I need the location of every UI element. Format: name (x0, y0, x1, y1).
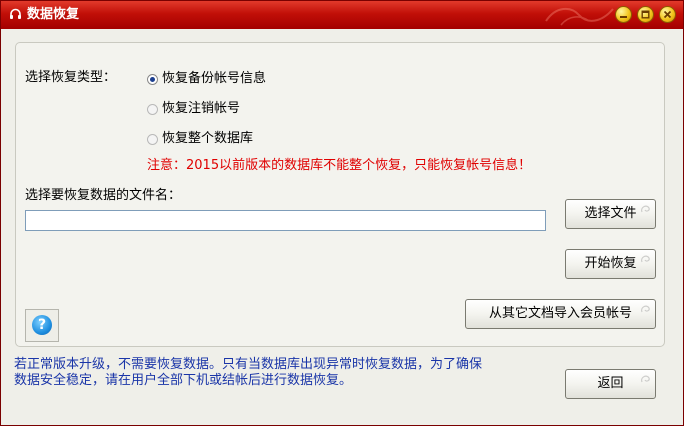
window-title: 数据恢复 (27, 7, 80, 22)
file-path-input[interactable] (25, 210, 546, 231)
swirl-ornament-icon (641, 255, 650, 263)
radio-restore-full-database[interactable] (147, 134, 158, 145)
swirl-ornament-icon (641, 375, 650, 383)
radio-label-restore-backup-accounts[interactable]: 恢复备份帐号信息 (162, 70, 266, 88)
close-icon (663, 10, 672, 19)
info-line-2: 数据安全稳定，请在用户全部下机或结帐后进行数据恢复。 (14, 373, 353, 388)
file-name-label: 选择要恢复数据的文件名： (25, 188, 182, 203)
data-recovery-window: 数据恢复 选择恢复类型： 恢复备份帐号信息 恢复注销帐号 恢复整个数据库 注意：… (0, 0, 684, 426)
close-button[interactable] (659, 6, 676, 23)
swirl-ornament-icon (641, 205, 650, 213)
back-button[interactable]: 返回 (565, 369, 656, 399)
recovery-type-label: 选择恢复类型： (25, 70, 117, 85)
minimize-button[interactable] (615, 6, 632, 23)
import-member-accounts-button-label: 从其它文档导入会员帐号 (488, 306, 632, 321)
app-headset-icon (10, 8, 21, 19)
maximize-icon (641, 10, 650, 19)
help-button[interactable]: ? (25, 309, 59, 342)
version-warning: 注意：2015以前版本的数据库不能整个恢复，只能恢复帐号信息！ (147, 158, 532, 173)
select-file-button-label: 选择文件 (584, 206, 637, 221)
minimize-icon (620, 16, 627, 18)
radio-label-restore-cancelled-accounts[interactable]: 恢复注销帐号 (162, 100, 240, 118)
start-recovery-button-label: 开始恢复 (584, 256, 637, 271)
radio-label-restore-full-database[interactable]: 恢复整个数据库 (162, 130, 253, 148)
help-icon: ? (32, 315, 52, 335)
recovery-info-text: 若正常版本升级，不需要恢复数据。只有当数据库出现异常时恢复数据，为了确保 数据安… (14, 357, 562, 389)
swirl-ornament-icon (641, 305, 650, 313)
radio-restore-cancelled-accounts[interactable] (147, 104, 158, 115)
maximize-button[interactable] (637, 6, 654, 23)
back-button-label: 返回 (597, 376, 624, 391)
import-member-accounts-button[interactable]: 从其它文档导入会员帐号 (465, 299, 656, 329)
start-recovery-button[interactable]: 开始恢复 (565, 249, 656, 279)
title-ornament-icon (545, 7, 614, 26)
select-file-button[interactable]: 选择文件 (565, 199, 656, 229)
title-bar[interactable]: 数据恢复 (1, 1, 683, 29)
radio-restore-backup-accounts[interactable] (147, 74, 158, 85)
info-line-1: 若正常版本升级，不需要恢复数据。只有当数据库出现异常时恢复数据，为了确保 (14, 357, 483, 372)
